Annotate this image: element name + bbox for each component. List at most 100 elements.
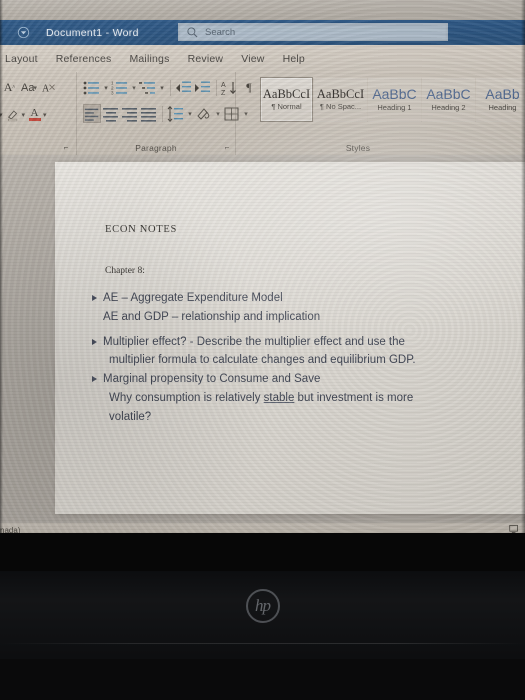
status-language: nada) [0,525,21,534]
ribbon-group-paragraph: ▾ 1 2 3 ▾ ▾ A Z ¶ ▾ ▾ ▾ Paragraph ⌐ [76,72,252,155]
ribbon-tab-bar: Layout References Mailings Review View H… [0,45,525,72]
document-canvas: ECON NOTES Chapter 8: AE – Aggregate Exp… [0,155,525,523]
align-left-button[interactable] [83,104,101,123]
screen-top-edge [0,0,525,21]
search-icon [186,26,199,39]
triangle-bullet-icon [92,376,97,383]
document-heading: ECON NOTES [105,224,178,235]
hp-logo: hp [245,589,280,623]
borders-button[interactable] [223,104,241,123]
tab-layout[interactable]: Layout [0,53,47,65]
line-spacing-button[interactable] [167,104,185,123]
triangle-bullet-icon [92,295,97,301]
styles-gallery: AaBbCcI ¶ Normal AaBbCcI ¶ No Spac... Aa… [260,77,525,122]
numbering-button[interactable]: 1 2 3 [111,78,129,97]
paragraph-separator-3 [162,105,163,122]
grow-font-button[interactable]: A ^ [2,78,17,97]
numbering-caret-icon[interactable]: ▾ [130,78,138,97]
shading-caret-icon[interactable]: ▾ [214,104,222,123]
styles-group-label: Styles [345,143,371,153]
body-line-2: multiplier formula to calculate changes … [109,354,416,367]
paragraph-dialog-launcher[interactable]: ⌐ [222,142,232,152]
style-heading-1-preview: AaBbC [372,86,417,102]
style-heading-2-label: Heading 2 [431,103,466,112]
multilevel-caret-icon[interactable]: ▾ [158,78,166,97]
body-line-3-underlined: stable [263,392,295,405]
document-title: Document1 - Word [46,26,139,39]
font-dialog-launcher[interactable]: ⌐ [61,142,71,152]
body-line-3: Why consumption is relatively stable but… [92,390,504,408]
sort-button[interactable]: A Z [221,78,239,97]
svg-text:3: 3 [111,90,114,95]
style-normal-label: ¶ Normal [271,102,302,112]
borders-caret-icon[interactable]: ▾ [242,104,250,123]
show-formatting-marks-button[interactable]: ¶ [240,78,258,97]
quick-access-toolbar-dropdown-icon[interactable] [0,20,46,45]
style-no-spacing-label: ¶ No Spac... [319,102,362,112]
document-body[interactable]: AE – Aggregate Expenditure Model AE and … [92,290,504,428]
search-box[interactable]: Search [178,23,448,41]
screen-left-shade [0,0,3,533]
tab-references[interactable]: References [47,53,121,65]
style-heading-2-preview: AaBbC [426,86,471,102]
align-center-button[interactable] [102,104,120,123]
paragraph-separator [170,79,171,96]
display-settings-icon[interactable] [509,524,519,533]
bullet-text-3: Marginal propensity to Consume and Save [103,373,321,386]
tab-mailings[interactable]: Mailings [120,53,178,65]
style-heading-2[interactable]: AaBbC Heading 2 [422,77,475,122]
ribbon-group-styles: AaBbCcI ¶ Normal AaBbCcI ¶ No Spac... Aa… [258,72,525,155]
shading-button[interactable] [195,104,213,123]
style-no-spacing-preview: AaBbCcI [316,86,365,101]
document-page[interactable]: ECON NOTES Chapter 8: AE – Aggregate Exp… [55,162,525,514]
style-normal-preview: AaBbCcI [262,86,311,101]
style-no-spacing[interactable]: AaBbCcI ¶ No Spac... [314,77,367,122]
body-line-4: volatile? [109,410,152,423]
laptop-bottom-bezel: hp [0,571,525,700]
change-case-button[interactable]: Aa ▾ [20,78,38,97]
bullet-item-2: Multiplier effect? - Describe the multip… [92,334,504,352]
triangle-bullet-icon [92,338,97,345]
font-color-caret-icon[interactable]: ▾ [43,111,47,119]
word-title-bar: Document1 - Word Search [0,20,525,45]
align-right-button[interactable] [121,104,139,123]
hp-logo-text: hp [255,596,271,615]
tab-help[interactable]: Help [274,53,314,65]
text-highlight-color-button[interactable] [5,105,21,124]
ribbon-group-font: A ^ Aa ▾ A ▾ A ▾ ⌐ [0,72,75,155]
ribbon: A ^ Aa ▾ A ▾ A ▾ ⌐ ▾ 1 2 3 ▾ ▾ A Z ¶ ▾ ▾… [0,72,525,155]
screen-right-shade [521,0,525,533]
laptop-screen: Document1 - Word Search Layout Reference… [0,0,525,533]
bullet-item-1: AE – Aggregate Expenditure Model [92,290,504,308]
bullet-text-2: Multiplier effect? - Describe the multip… [103,335,405,348]
style-normal[interactable]: AaBbCcI ¶ Normal [260,77,313,122]
paragraph-group-label: Paragraph [135,143,177,153]
desk-surface [0,659,525,700]
laptop-photo: Document1 - Word Search Layout Reference… [0,0,525,700]
style-heading-1-label: Heading 1 [377,103,412,112]
laptop-hinge-line [0,643,525,644]
highlight-caret-icon[interactable]: ▾ [22,111,26,119]
tab-view[interactable]: View [232,53,273,65]
font-color-button[interactable]: A [27,105,42,124]
line-spacing-caret-icon[interactable]: ▾ [186,104,194,123]
body-line-3-post: but investment is more [294,392,414,405]
bullets-button[interactable] [83,78,101,97]
clear-formatting-button[interactable]: A [41,78,58,97]
increase-indent-button[interactable] [194,78,212,97]
paragraph-separator-2 [216,79,217,96]
multilevel-list-button[interactable] [139,78,157,97]
bullets-caret-icon[interactable]: ▾ [102,78,110,97]
bullet-text-1: AE – Aggregate Expenditure Model [103,292,283,304]
style-heading-3-label: Heading [488,103,517,112]
bullet-item-3: Marginal propensity to Consume and Save [92,371,504,389]
style-heading-1[interactable]: AaBbC Heading 1 [368,77,421,122]
justify-button[interactable] [140,104,158,123]
style-heading-3[interactable]: AaBb Heading [476,77,525,122]
decrease-indent-button[interactable] [175,78,193,97]
tab-review[interactable]: Review [179,53,233,65]
svg-text:A: A [42,83,50,94]
style-heading-3-preview: AaBb [485,86,520,102]
svg-text:A: A [221,82,226,89]
document-subheading: Chapter 8: [105,266,145,276]
